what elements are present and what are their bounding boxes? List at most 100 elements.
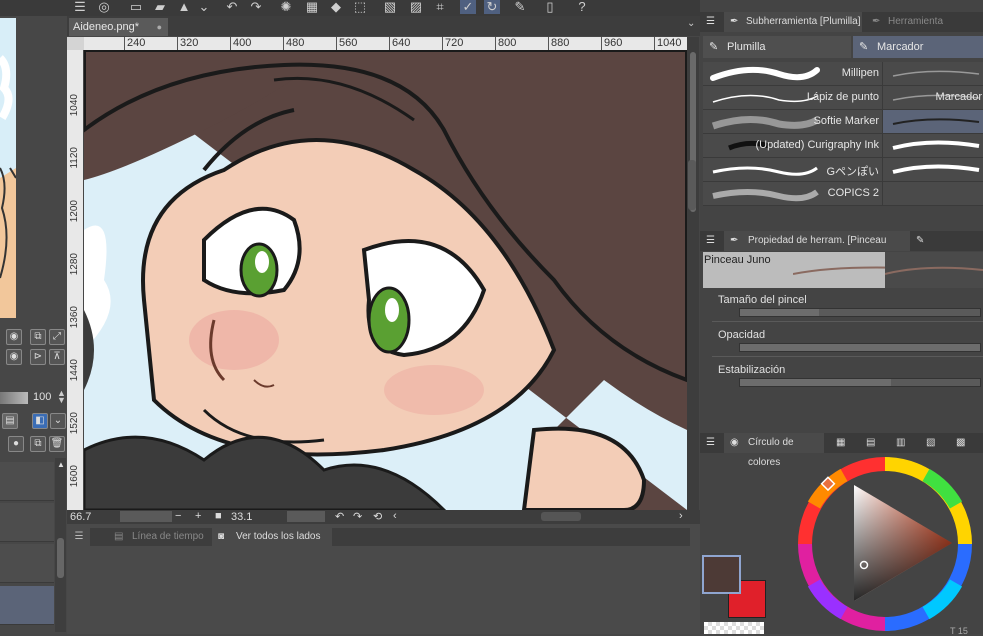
- crop-icon[interactable]: ⌗: [432, 0, 448, 14]
- drawing-canvas[interactable]: [84, 50, 687, 510]
- zoom-value[interactable]: 66.7: [70, 511, 91, 523]
- transform-icon[interactable]: ⬚: [352, 0, 368, 14]
- edit-icon[interactable]: ✎: [512, 0, 528, 14]
- chevron-down-icon[interactable]: ⌄: [196, 0, 212, 14]
- layer-row[interactable]: [0, 503, 54, 542]
- brush-item[interactable]: (Updated) Curigraphy Ink: [703, 134, 983, 158]
- document-tab[interactable]: Aideneo.png* ●: [69, 18, 168, 36]
- angle-slider[interactable]: [287, 511, 325, 522]
- save-icon[interactable]: ▲: [176, 0, 192, 14]
- menu-icon[interactable]: ☰: [70, 528, 88, 546]
- tab-marcador[interactable]: ✎ Marcador: [853, 36, 983, 58]
- angle-value[interactable]: 33.1: [231, 511, 252, 523]
- chevron-down-icon[interactable]: ⌄: [50, 413, 66, 429]
- brush-item-selected[interactable]: [882, 110, 983, 133]
- open-folder-icon[interactable]: ▰: [152, 0, 168, 14]
- snap-icon[interactable]: ✓: [460, 0, 476, 14]
- stabilization-slider[interactable]: [739, 378, 981, 387]
- tab-tool[interactable]: ✒ Herramienta: [866, 12, 943, 32]
- unsaved-dot-icon[interactable]: ●: [157, 18, 162, 36]
- canvas-vertical-scrollbar[interactable]: [687, 37, 699, 510]
- reset-icon[interactable]: ⟲: [373, 510, 382, 523]
- selection-icon[interactable]: ▧: [382, 0, 398, 14]
- new-layer-icon[interactable]: ●: [8, 436, 24, 452]
- brush-item[interactable]: Lápiz de punto Marcador: [703, 86, 983, 110]
- menu-icon[interactable]: ☰: [706, 12, 715, 32]
- flip-horizontal-icon[interactable]: ⊳: [30, 349, 46, 365]
- layer-row[interactable]: [0, 544, 54, 583]
- canvas-horizontal-scroll-thumb[interactable]: [541, 512, 581, 521]
- zoom-slider[interactable]: [120, 511, 172, 522]
- rotate-left-icon[interactable]: ↶: [335, 510, 344, 523]
- main-color-swatch[interactable]: [702, 555, 741, 594]
- expand-icon[interactable]: ⤢: [49, 329, 65, 345]
- brush-item[interactable]: Softie Marker: [703, 110, 983, 134]
- navigator-thumbnail[interactable]: [0, 18, 16, 318]
- rotate-right-icon[interactable]: ↷: [353, 510, 362, 523]
- loading-icon[interactable]: ✺: [278, 0, 294, 14]
- opacity-slider[interactable]: [739, 343, 981, 352]
- undo-icon[interactable]: ↶: [224, 0, 240, 14]
- help-icon[interactable]: ?: [574, 0, 590, 14]
- menu-icon[interactable]: ☰: [706, 231, 715, 251]
- brush-item[interactable]: [882, 182, 983, 205]
- brush-item[interactable]: [882, 134, 983, 157]
- brush-item[interactable]: [882, 62, 983, 85]
- chevron-down-icon[interactable]: ⌄: [687, 18, 695, 29]
- device-icon[interactable]: ▯: [542, 0, 558, 14]
- intermediate-color-icon[interactable]: ▥: [896, 433, 905, 453]
- brush-item[interactable]: Marcador: [882, 86, 983, 109]
- tab-tool-property[interactable]: ✒ Propiedad de herram. [Pinceau Juno]: [724, 231, 910, 266]
- brush-list-scroll-thumb[interactable]: [688, 160, 696, 210]
- chevron-up-icon[interactable]: ▲: [57, 460, 65, 469]
- layer-row-selected[interactable]: [0, 586, 54, 625]
- chevron-left-icon[interactable]: ‹: [393, 510, 397, 522]
- opacity-slider[interactable]: [0, 392, 28, 404]
- opacity-value[interactable]: 100: [33, 391, 51, 403]
- layer-row[interactable]: [0, 462, 54, 501]
- stop-icon[interactable]: ◉: [6, 329, 22, 345]
- spiral-icon[interactable]: ◎: [96, 0, 112, 14]
- menu-icon[interactable]: ☰: [72, 0, 88, 14]
- brush-item[interactable]: Millipen: [703, 62, 983, 86]
- square-icon[interactable]: ■: [215, 510, 222, 522]
- brush-item[interactable]: [882, 158, 983, 181]
- flip-vertical-icon[interactable]: ⊼: [49, 349, 65, 365]
- layer-color-icon[interactable]: ◧: [32, 413, 48, 429]
- color-wheel[interactable]: [796, 455, 974, 633]
- transparent-color-swatch[interactable]: [704, 622, 764, 634]
- ruler-tick-label: 1440: [69, 359, 80, 382]
- invert-selection-icon[interactable]: ▨: [408, 0, 424, 14]
- layer-scrollbar[interactable]: ▲: [55, 458, 66, 632]
- ruler-snap-icon[interactable]: ↻: [484, 0, 500, 14]
- approximate-color-icon[interactable]: ▧: [926, 433, 935, 453]
- color-slider-icon[interactable]: ▦: [836, 433, 845, 453]
- ruler-tick-label: 960: [601, 37, 622, 50]
- color-history-icon[interactable]: ▩: [956, 433, 965, 453]
- new-file-icon[interactable]: ▭: [128, 0, 144, 14]
- tab-plumilla[interactable]: ✎ Plumilla: [703, 36, 851, 58]
- rotate-icon[interactable]: ◉: [6, 349, 22, 365]
- tab-timeline[interactable]: ▤ Línea de tiempo: [110, 528, 208, 546]
- blend-mode-icon[interactable]: ▤: [2, 413, 18, 429]
- zoom-out-icon[interactable]: −: [175, 510, 181, 522]
- fill-icon[interactable]: ◆: [328, 0, 344, 14]
- redo-icon[interactable]: ↷: [248, 0, 264, 14]
- tab-subtool[interactable]: ✒ Subherramienta [Plumilla]: [724, 12, 862, 32]
- brush-size-slider[interactable]: [739, 308, 981, 317]
- fit-icon[interactable]: ⧉: [30, 329, 46, 345]
- brush-item[interactable]: Gペンぽい: [703, 158, 983, 182]
- color-set-icon[interactable]: ▤: [866, 433, 875, 453]
- layer-scroll-thumb[interactable]: [57, 538, 64, 578]
- tab-view-all-sides[interactable]: ◙ Ver todos los lados: [212, 528, 332, 546]
- chevron-right-icon[interactable]: ›: [679, 510, 683, 522]
- pen-icon[interactable]: ✎: [916, 231, 924, 251]
- menu-icon[interactable]: ☰: [706, 433, 715, 453]
- brush-item[interactable]: COPICS 2: [703, 182, 983, 206]
- clear-icon[interactable]: ▦: [304, 0, 320, 14]
- mask-icon[interactable]: ⧉: [30, 436, 46, 452]
- trash-icon[interactable]: 🗑: [49, 436, 65, 452]
- zoom-in-icon[interactable]: +: [195, 510, 201, 522]
- tab-color-circle[interactable]: ◉ Círculo de colores: [724, 433, 824, 468]
- opacity-stepper-icon[interactable]: ▲ ▼: [57, 389, 66, 405]
